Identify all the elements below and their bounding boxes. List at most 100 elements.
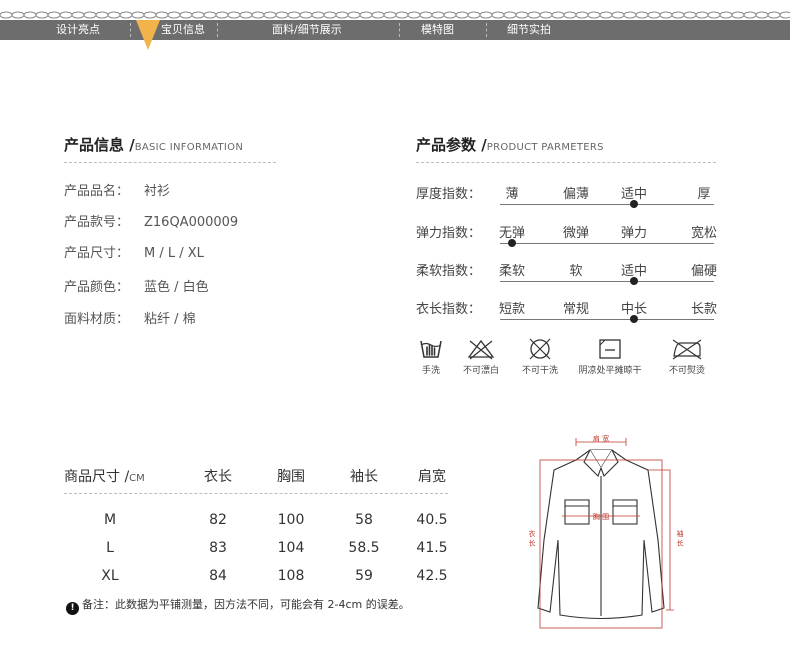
chain-link — [335, 11, 349, 19]
info-label: 产品款号： — [64, 215, 130, 230]
param-option: 微弹 — [562, 226, 590, 241]
info-row-name: 产品品名： 衬衫 — [64, 180, 170, 199]
nav-item-model[interactable]: 模特图 — [421, 20, 454, 40]
size-cell-value: 58 — [355, 512, 373, 528]
size-header-chest: 胸围 — [277, 469, 305, 485]
size-cell-value: 42.5 — [416, 568, 448, 584]
chain-link — [227, 11, 241, 19]
basic-info-subtitle: BASIC INFORMATION — [134, 142, 244, 153]
chain-link — [407, 11, 421, 19]
param-label: 衣长指数： — [416, 302, 482, 317]
chain-link — [755, 11, 769, 19]
care-label: 阴凉处平摊晾干 — [578, 366, 642, 376]
chain-link — [431, 11, 445, 19]
size-cell-size: L — [106, 540, 114, 556]
chain-link — [11, 11, 25, 19]
param-label: 厚度指数： — [416, 187, 482, 202]
nav-item-fabric-detail[interactable]: 面料/细节展示 — [272, 20, 342, 40]
section-nav: 设计亮点 宝贝信息 面料/细节展示 模特图 细节实拍 — [0, 20, 790, 40]
diagram-label-sleeve: 袖 长 — [676, 529, 684, 547]
param-indicator-dot — [508, 239, 516, 247]
chain-link — [395, 11, 409, 19]
size-cell-size: XL — [101, 568, 119, 584]
chain-link — [731, 11, 745, 19]
chain-link — [719, 11, 733, 19]
nav-item-product-info[interactable]: 宝贝信息 — [161, 20, 205, 40]
care-no-iron: 不可熨烫 — [652, 337, 722, 376]
size-cell-value: 40.5 — [416, 512, 448, 528]
chain-link — [0, 11, 13, 19]
chain-link — [83, 11, 97, 19]
active-nav-pointer — [136, 20, 160, 50]
chain-link — [467, 11, 481, 19]
chain-link — [167, 11, 181, 19]
param-scale-line — [500, 243, 714, 244]
chain-border — [0, 11, 790, 19]
param-scale-line — [500, 319, 714, 320]
chain-link — [287, 11, 301, 19]
chain-link — [779, 11, 790, 19]
chain-link — [455, 11, 469, 19]
chain-link — [311, 11, 325, 19]
info-row-sizes: 产品尺寸： M / L / XL — [64, 242, 204, 261]
chain-link — [671, 11, 685, 19]
param-option: 柔软 — [498, 264, 526, 279]
size-header-sleeve: 袖长 — [350, 469, 378, 485]
size-header-shoulder: 肩宽 — [418, 469, 446, 485]
no-iron-icon — [672, 339, 702, 360]
chain-link — [371, 11, 385, 19]
chain-link — [275, 11, 289, 19]
chain-link — [383, 11, 397, 19]
chain-link — [299, 11, 313, 19]
chain-link — [527, 11, 541, 19]
param-option: 薄 — [505, 187, 519, 202]
nav-divider — [130, 23, 131, 37]
chain-link — [215, 11, 229, 19]
size-cell-value: 108 — [277, 568, 305, 584]
divider — [416, 162, 716, 163]
chain-link — [479, 11, 493, 19]
info-value: M / L / XL — [144, 246, 204, 261]
info-value: 粘纤 / 棉 — [144, 312, 196, 327]
info-row-material: 面料材质： 粘纤 / 棉 — [64, 308, 196, 327]
size-cell-value: 59 — [355, 568, 373, 584]
nav-divider — [399, 23, 400, 37]
chain-link — [179, 11, 193, 19]
divider — [64, 493, 448, 494]
chain-link — [443, 11, 457, 19]
param-label: 柔软指数： — [416, 264, 482, 279]
nav-item-design[interactable]: 设计亮点 — [56, 20, 100, 40]
param-indicator-dot — [630, 277, 638, 285]
chain-link — [263, 11, 277, 19]
param-option: 偏薄 — [562, 187, 590, 202]
param-indicator-dot — [630, 315, 638, 323]
chain-link — [419, 11, 433, 19]
chain-link — [251, 11, 265, 19]
chain-link — [707, 11, 721, 19]
info-label: 产品品名： — [64, 184, 130, 199]
param-row-length: 衣长指数： 短款 常规 中长 长款 — [416, 298, 717, 328]
chain-link — [539, 11, 553, 19]
param-option: 常规 — [562, 302, 590, 317]
chain-link — [191, 11, 205, 19]
param-option: 软 — [569, 264, 583, 279]
info-value: 蓝色 / 白色 — [144, 280, 209, 295]
chain-link — [71, 11, 85, 19]
param-option: 偏硬 — [690, 264, 718, 279]
chain-link — [143, 11, 157, 19]
param-label: 弹力指数： — [416, 226, 482, 241]
chain-link — [575, 11, 589, 19]
param-scale-line — [500, 204, 714, 205]
nav-item-photos[interactable]: 细节实拍 — [507, 20, 551, 40]
chain-link — [131, 11, 145, 19]
size-cell-value: 58.5 — [348, 540, 380, 556]
params-subtitle: PRODUCT PARMETERS — [486, 142, 604, 153]
chain-link — [743, 11, 757, 19]
basic-info-title: 产品信息 — [64, 136, 125, 154]
size-cell-value: 83 — [209, 540, 227, 556]
chain-link — [695, 11, 709, 19]
warning-icon: ! — [66, 602, 79, 615]
basic-info-heading: 产品信息 /BASIC INFORMATION — [64, 134, 243, 155]
nav-divider — [486, 23, 487, 37]
param-option: 厚 — [697, 187, 711, 202]
